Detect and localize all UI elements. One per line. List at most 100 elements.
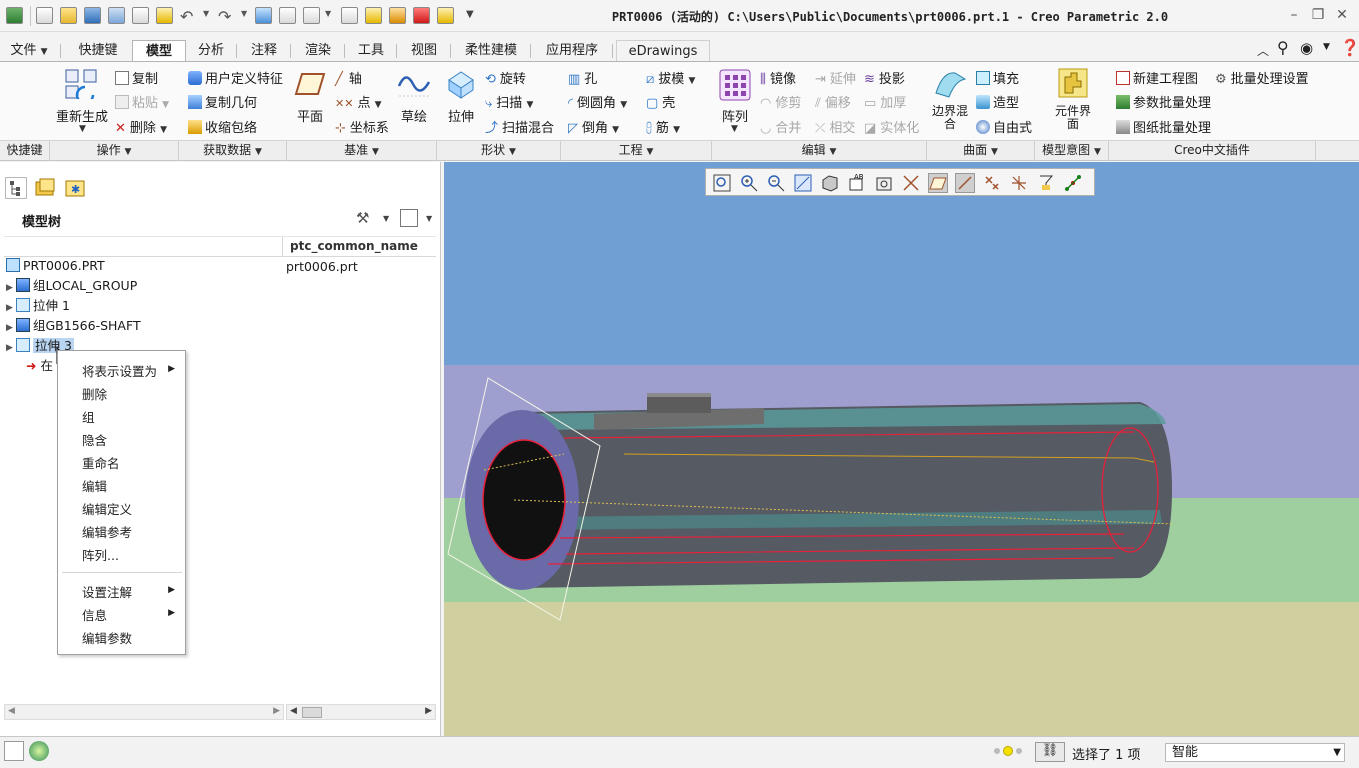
sweep-button[interactable]: ⤷ 扫描 ▼ [485,92,533,111]
chamfer-button[interactable]: ◸ 倒角 ▼ [568,117,619,136]
expand-icon[interactable]: ▶ [6,278,16,298]
tab-shortcuts[interactable]: 快捷键 [64,40,132,62]
repaint-icon[interactable] [793,173,813,193]
group-engineering[interactable]: 工程 ▼ [561,141,712,161]
tree-row-shaft-group[interactable]: ▶ 组GB1566-SHAFT [6,316,141,336]
chevron-down-icon[interactable]: ▼ [79,124,86,134]
menu-item-edit[interactable]: 编辑 [82,476,107,495]
menu-item-edit-definition[interactable]: 编辑定义 [82,499,132,518]
chevron-down-icon[interactable]: ▼ [1333,744,1341,761]
tree-row-root[interactable]: PRT0006.PRT [6,256,105,276]
group-shortcuts[interactable]: 快捷键 [0,141,50,161]
new-file-icon[interactable] [36,7,53,24]
param-batch-button[interactable]: 参数批量处理 [1116,92,1211,111]
message-indicator-icon[interactable] [1003,746,1013,756]
scroll-left-icon[interactable]: ◀ [8,706,15,716]
trim-button[interactable]: ◠ 修剪 [760,92,801,111]
zoom-out-icon[interactable] [766,173,786,193]
sketch-button[interactable]: 草绘 [398,106,430,125]
expand-icon[interactable]: ▶ [6,338,16,358]
batch-settings-button[interactable]: ⚙ 批量处理设置 [1215,68,1309,87]
solidify-button[interactable]: ◪ 实体化 [864,117,919,136]
group-shapes[interactable]: 形状 ▼ [437,141,561,161]
selection-filter[interactable]: 智能 ▼ [1165,743,1345,762]
chevron-down-icon[interactable]: ▼ [383,214,389,223]
tree-hscrollbar-right[interactable]: ◀ ▶ [286,704,436,720]
copy-button[interactable]: 复制 [115,68,158,87]
window-switch-icon[interactable] [303,7,320,24]
scroll-thumb[interactable] [302,707,322,718]
csys-button[interactable]: ⊹ 坐标系 [335,117,389,136]
app-icon[interactable] [6,7,23,24]
print-icon[interactable] [132,7,149,24]
menu-item-group[interactable]: 组 [82,407,95,426]
tree-row-insert-here[interactable]: ➜ 在 [26,356,53,376]
undo-dropdown-icon[interactable]: ▼ [203,9,209,18]
round-button[interactable]: ◜ 倒圆角 ▼ [568,92,627,111]
manage-icon[interactable] [437,7,454,24]
group-creo-plugin[interactable]: Creo中文插件 [1109,141,1316,161]
model-viewport[interactable] [444,162,1359,736]
fill-button[interactable]: 填充 [976,68,1019,87]
group-datum[interactable]: 基准 ▼ [287,141,437,161]
column-divider[interactable] [282,237,283,257]
tab-render[interactable]: 渲染 [294,40,342,62]
redo-dropdown-icon[interactable]: ▼ [241,9,247,18]
datum-planes-display-icon[interactable] [901,173,921,193]
refit-icon[interactable] [712,173,732,193]
revolve-button[interactable]: ⟲ 旋转 [485,68,526,87]
tab-annotate[interactable]: 注释 [240,40,288,62]
annotation-display-icon[interactable] [1036,173,1056,193]
help-icon[interactable]: ❓ [1340,38,1359,57]
group-editing[interactable]: 编辑 ▼ [712,141,927,161]
column-common-name[interactable]: ptc_common_name [290,239,418,253]
folder-browser-tab[interactable] [34,177,56,199]
pattern-button[interactable]: 阵列 [718,106,752,125]
menu-item-pattern[interactable]: 阵列... [82,545,119,564]
axis-display-icon[interactable] [955,173,975,193]
cancel-icon[interactable] [413,7,430,24]
plane-display-icon[interactable] [928,173,948,193]
group-model-intent[interactable]: 模型意图 ▼ [1035,141,1109,161]
search-icon[interactable]: ⚲ [1277,38,1289,57]
view-manager-icon[interactable] [874,173,894,193]
save-copy-icon[interactable] [108,7,125,24]
favorites-tab[interactable]: ✱ [64,177,86,199]
udf-button[interactable]: 用户定义特征 [188,68,283,87]
tree-row-extrude-1[interactable]: ▶ 拉伸 1 [6,296,70,316]
menu-item-info[interactable]: 信息 [82,605,107,624]
redo-icon[interactable]: ↷ [218,7,231,26]
close-window-tb-icon[interactable] [341,7,358,24]
scroll-right-icon[interactable]: ▶ [425,706,432,716]
edit-icon[interactable] [389,7,406,24]
axis-button[interactable]: ╱ 轴 [335,68,362,87]
copy-geometry-button[interactable]: 复制几何 [188,92,257,111]
tree-columns-icon[interactable] [400,209,418,227]
component-interface-button[interactable]: 元件界面 [1052,105,1094,131]
regenerate-icon[interactable] [255,7,272,24]
mirror-button[interactable]: ⫼ 镜像 [760,68,796,87]
graphics-window[interactable] [444,162,1359,736]
menu-item-edit-references[interactable]: 编辑参考 [82,522,132,541]
zoom-in-icon[interactable] [739,173,759,193]
regenerate-button[interactable]: 重新生成 [56,106,108,125]
close-icon[interactable]: ✕ [1331,6,1353,24]
delete-button[interactable]: ✕ 删除 ▼ [115,117,167,136]
group-get-data[interactable]: 获取数据 ▼ [179,141,287,161]
tab-flexible-modeling[interactable]: 柔性建模 [454,40,528,62]
tree-settings-icon[interactable]: ⚒ [356,209,369,227]
display-style-icon[interactable] [820,173,840,193]
freestyle-button[interactable]: 自由式 [976,117,1032,136]
chevron-down-icon[interactable]: ▼ [426,214,432,223]
tab-model[interactable]: 模型 [132,40,186,62]
tab-tools[interactable]: 工具 [348,40,394,62]
shrinkwrap-button[interactable]: 收缩包络 [188,117,257,136]
tree-hscrollbar-left[interactable]: ◀ ▶ [4,704,284,720]
community-dropdown-icon[interactable]: ▼ [1323,42,1330,52]
toggle-navigator-icon[interactable] [4,741,24,761]
style-button[interactable]: 造型 [976,92,1019,111]
find-icon[interactable]: ⛓ [1035,742,1065,762]
folder-icon[interactable] [365,7,382,24]
plane-button[interactable]: 平面 [293,106,327,125]
extrude-button[interactable]: 拉伸 [443,106,479,125]
